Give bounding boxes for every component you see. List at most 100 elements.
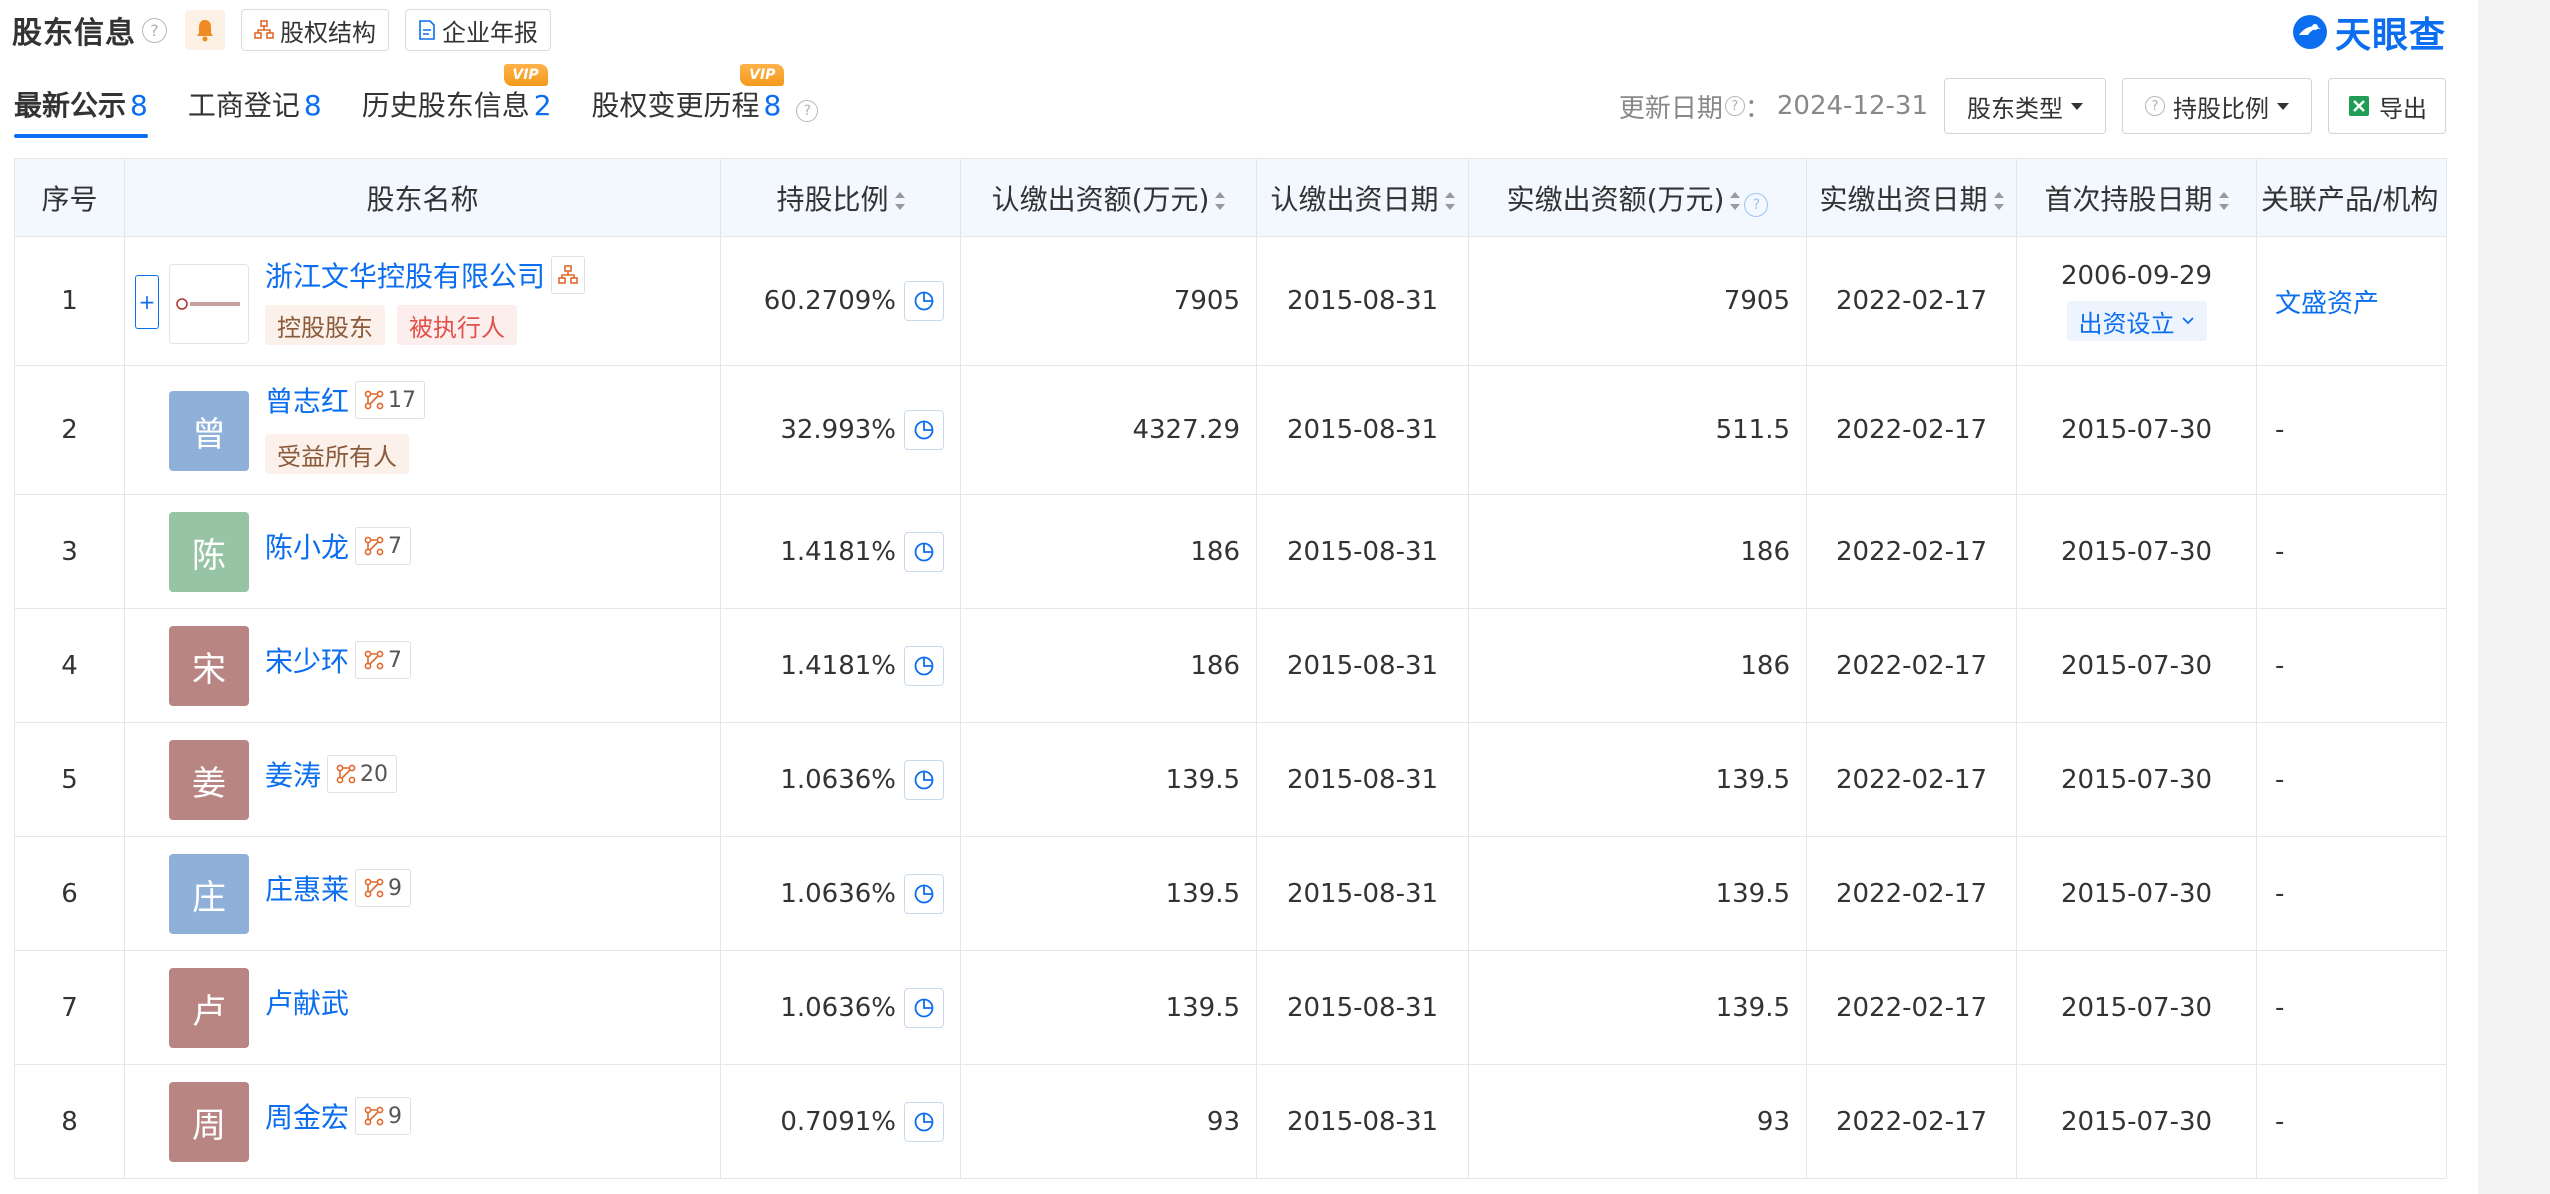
pie-chart-icon[interactable] <box>904 987 944 1028</box>
subscribed-amount: 93 <box>960 1064 1257 1179</box>
related-product: - <box>2256 722 2447 837</box>
relation-count: 20 <box>360 761 389 787</box>
first-date-value: 2015-07-30 <box>2060 878 2213 909</box>
pie-chart-icon[interactable] <box>904 281 944 321</box>
shareholder-name-link[interactable]: 庄惠莱 9 <box>265 868 412 908</box>
tab-count: 8 <box>303 89 322 122</box>
pie-chart-icon[interactable] <box>904 410 944 450</box>
export-button[interactable]: 导出 <box>2328 78 2446 134</box>
caret-down-icon <box>2071 102 2083 110</box>
col-header-first-date[interactable]: 首次持股日期 <box>2016 158 2257 237</box>
ratio-filter[interactable]: ? 持股比例 <box>2122 78 2312 134</box>
help-icon[interactable]: ? <box>796 100 819 122</box>
col-header-no: 序号 <box>14 158 125 237</box>
col-header-paid-date[interactable]: 实缴出资日期 <box>1806 158 2017 237</box>
company-logo <box>169 264 249 344</box>
tab-label: 历史股东信息 <box>361 89 530 122</box>
col-header-paid[interactable]: 实缴出资额(万元)? <box>1468 158 1807 237</box>
org-chart-icon <box>254 20 274 39</box>
related-product[interactable]: 文盛资产 <box>2256 236 2447 366</box>
paid-amount: 186 <box>1468 494 1807 609</box>
ratio-value: 0.7091% <box>780 1106 896 1137</box>
subscribed-amount: 186 <box>960 494 1257 609</box>
col-header-ratio[interactable]: 持股比例 <box>720 158 961 237</box>
shareholder-name-link[interactable]: 陈小龙 7 <box>265 526 412 566</box>
relation-graph-icon[interactable]: 9 <box>355 869 412 907</box>
paid-date: 2022-02-17 <box>1806 950 2017 1065</box>
ratio-value: 1.4181% <box>780 536 896 567</box>
bell-icon[interactable] <box>185 10 225 50</box>
relation-count: 9 <box>388 1103 403 1129</box>
capital-method-dropdown[interactable]: 出资设立 <box>2066 301 2207 341</box>
col-header-subscribed-date[interactable]: 认缴出资日期 <box>1256 158 1469 237</box>
shareholder-name-link[interactable]: 曾志红 17 <box>265 380 426 420</box>
tag-list: 受益所有人 <box>265 434 409 474</box>
tag-list: 控股股东 被执行人 <box>265 305 517 345</box>
relation-graph-icon[interactable]: 7 <box>355 641 412 679</box>
sort-icon[interactable] <box>2218 191 2229 210</box>
document-icon <box>419 20 435 40</box>
pie-chart-icon[interactable] <box>904 873 944 914</box>
shareholder-type-filter[interactable]: 股东类型 <box>1944 78 2106 134</box>
pie-chart-icon[interactable] <box>904 645 944 686</box>
shareholder-name-link[interactable]: 姜涛 20 <box>265 754 398 794</box>
row-number: 8 <box>14 1064 125 1179</box>
tab-equity-changes[interactable]: VIP 股权变更历程 8 ? <box>592 64 819 134</box>
subscribed-date: 2015-08-31 <box>1256 836 1469 951</box>
pie-chart-icon[interactable] <box>904 759 944 800</box>
equity-structure-button[interactable]: 股权结构 <box>241 9 389 51</box>
relation-graph-icon[interactable]: 9 <box>355 1097 412 1135</box>
ratio-cell: 1.0636% <box>720 722 961 837</box>
ratio-cell: 1.4181% <box>720 494 961 609</box>
subscribed-amount: 186 <box>960 608 1257 723</box>
pie-chart-icon[interactable] <box>904 1101 944 1142</box>
shareholder-name-cell: 庄庄惠莱 9 <box>124 836 721 951</box>
first-date-value: 2015-07-30 <box>2060 650 2213 681</box>
relation-graph-icon[interactable]: 20 <box>327 755 398 793</box>
sort-icon[interactable] <box>1993 191 2004 210</box>
help-icon[interactable]: ? <box>1744 192 1769 217</box>
sort-icon[interactable] <box>894 191 905 210</box>
paid-date: 2022-02-17 <box>1806 236 2017 366</box>
relation-graph-icon[interactable]: 17 <box>355 381 426 419</box>
plus-icon[interactable]: + <box>135 275 159 329</box>
shareholder-tag[interactable]: 控股股东 <box>265 305 385 345</box>
help-icon[interactable]: ? <box>142 17 167 43</box>
annual-report-button[interactable]: 企业年报 <box>405 9 551 51</box>
paid-date: 2022-02-17 <box>1806 608 2017 723</box>
update-label: 更新日期 <box>1618 93 1723 124</box>
vip-badge: VIP <box>503 64 548 86</box>
related-product: - <box>2256 608 2447 723</box>
tab-latest[interactable]: 最新公示 8 <box>14 70 148 138</box>
shareholder-name-link[interactable]: 宋少环 7 <box>265 640 412 680</box>
tab-history[interactable]: VIP 历史股东信息 2 <box>361 64 552 134</box>
tab-label: 最新公示 <box>14 89 127 122</box>
tab-label: 工商登记 <box>187 89 300 122</box>
relation-count: 7 <box>388 533 403 559</box>
shareholder-name-link[interactable]: 浙江文华控股有限公司 <box>265 255 586 295</box>
related-product: - <box>2256 836 2447 951</box>
sort-icon[interactable] <box>1444 191 1455 210</box>
help-icon[interactable]: ? <box>1724 96 1745 116</box>
shareholder-tag[interactable]: 被执行人 <box>397 305 517 345</box>
sort-icon[interactable] <box>1730 191 1741 210</box>
shareholder-name-link[interactable]: 卢献武 <box>265 982 349 1022</box>
relation-graph-icon[interactable]: 7 <box>355 527 412 565</box>
col-header-subscribed[interactable]: 认缴出资额(万元) <box>960 158 1257 237</box>
first-holding-date: 2015-07-30 <box>2016 836 2257 951</box>
row-number: 4 <box>14 608 125 723</box>
sort-icon[interactable] <box>1215 191 1226 210</box>
ratio-cell: 32.993% <box>720 365 961 495</box>
first-date-value: 2015-07-30 <box>2060 992 2213 1023</box>
tab-count: 8 <box>130 89 148 122</box>
shareholder-name-link[interactable]: 周金宏 9 <box>265 1096 412 1136</box>
paid-date: 2022-02-17 <box>1806 722 2017 837</box>
shareholder-tag[interactable]: 受益所有人 <box>265 434 409 474</box>
relation-count: 7 <box>388 647 403 673</box>
shareholder-name-cell: + 浙江文华控股有限公司 控股股东 被执行人 <box>124 236 721 366</box>
org-chart-icon[interactable] <box>551 256 586 294</box>
avatar: 宋 <box>169 626 249 706</box>
row-number: 6 <box>14 836 125 951</box>
tab-registration[interactable]: 工商登记 8 <box>188 70 322 134</box>
pie-chart-icon[interactable] <box>904 531 944 572</box>
